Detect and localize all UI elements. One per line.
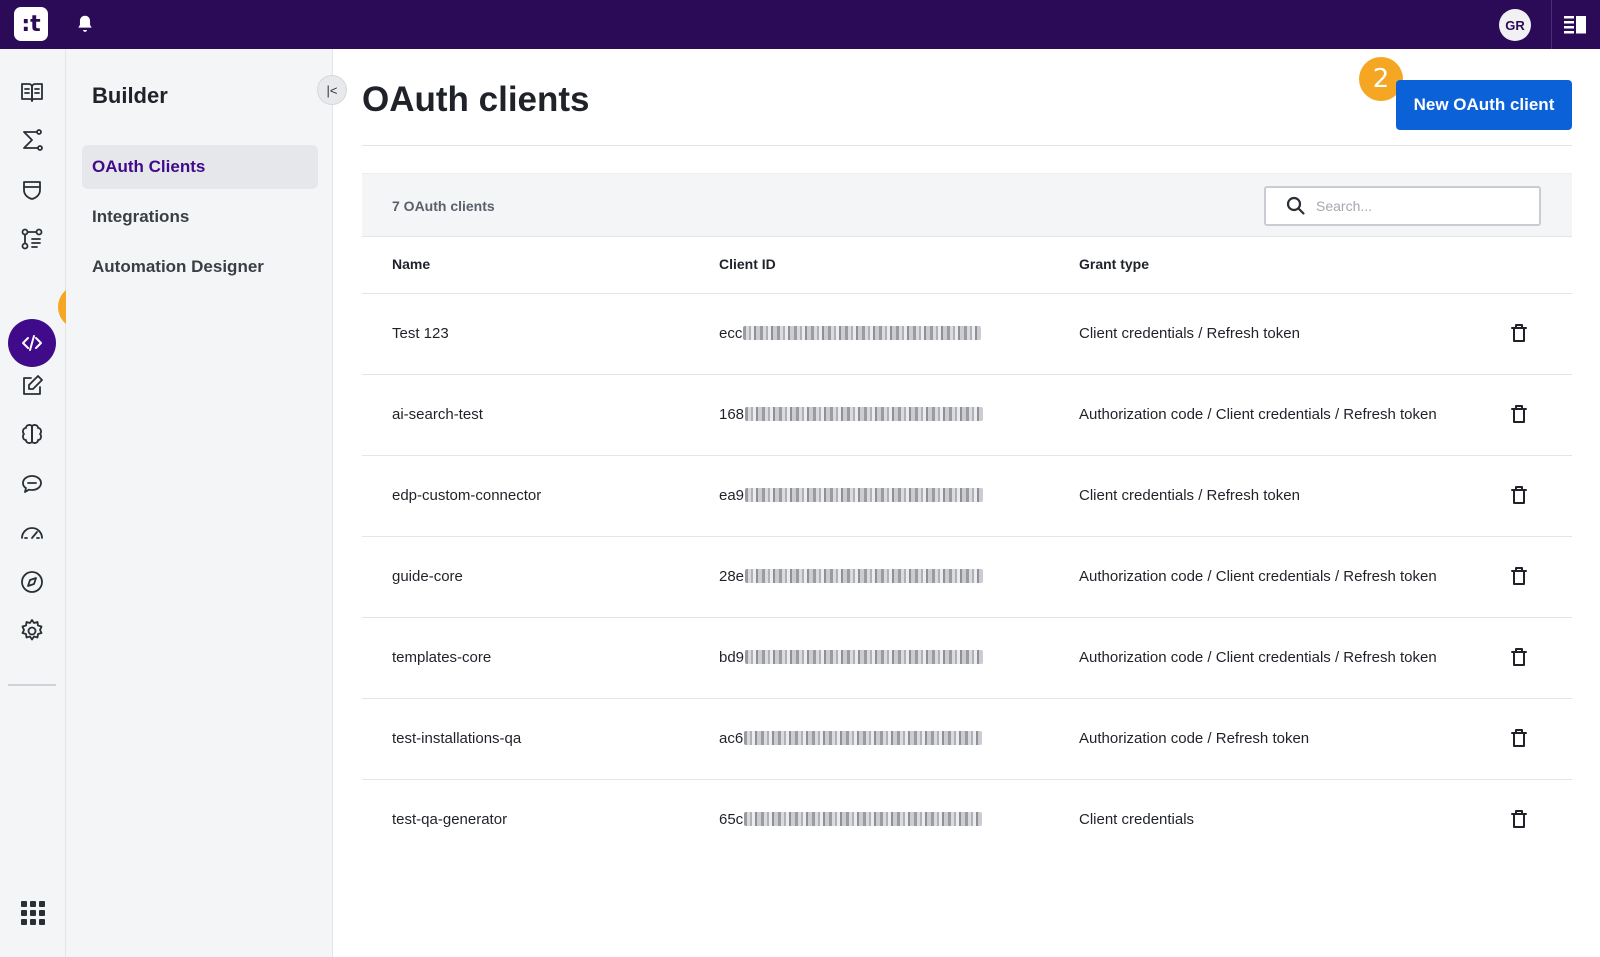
client-id: ac6 [719,730,983,747]
search-input[interactable] [1316,198,1516,214]
client-name[interactable]: templates-core [392,649,491,666]
bell-icon[interactable] [74,13,96,35]
book-icon[interactable] [17,77,47,107]
trash-icon[interactable] [1508,808,1532,832]
subnav-item-automation-designer[interactable]: Automation Designer [82,245,318,289]
gauge-icon[interactable] [17,518,47,548]
redacted-client-id [744,731,983,745]
workflow-icon[interactable] [17,126,47,156]
client-id: 65c [719,811,983,828]
new-oauth-client-button[interactable]: New OAuth client [1396,80,1572,130]
builder-subnav: Builder |< OAuth Clients Integrations Au… [66,49,347,957]
redacted-client-id [745,407,984,421]
trash-icon[interactable] [1508,565,1532,589]
table-row[interactable]: ai-search-test 168 Authorization code / … [362,375,1572,456]
table-toolbar: 7 OAuth clients [362,173,1572,237]
data-flow-icon[interactable] [17,224,47,254]
chat-icon[interactable] [17,469,47,499]
subnav-title: Builder [92,83,168,108]
table-row[interactable]: Test 123 ecc Client credentials / Refres… [362,294,1572,375]
client-name[interactable]: test-qa-generator [392,811,507,828]
client-name[interactable]: guide-core [392,568,463,585]
shield-icon[interactable] [17,175,47,205]
compass-icon[interactable] [17,567,47,597]
code-icon[interactable] [8,319,56,367]
trash-icon[interactable] [1508,646,1532,670]
client-id: 168 [719,406,984,423]
redacted-client-id [745,650,984,664]
trash-icon[interactable] [1508,484,1532,508]
table-row[interactable]: test-installations-qa ac6 Authorization … [362,699,1572,780]
grant-type: Authorization code / Client credentials … [1079,568,1437,585]
client-id: ecc [719,325,982,342]
client-id-prefix: ac6 [719,730,744,747]
grant-type: Authorization code / Refresh token [1079,730,1310,747]
client-name[interactable]: ai-search-test [392,406,483,423]
column-header-name[interactable]: Name [392,256,430,272]
trash-icon[interactable] [1508,727,1532,751]
subnav-item-oauth-clients[interactable]: OAuth Clients [82,145,318,189]
table-row[interactable]: test-qa-generator 65c Client credentials [362,780,1572,861]
redacted-client-id [743,326,982,340]
apps-grid-icon[interactable] [21,901,45,925]
client-id-prefix: ea9 [719,487,745,504]
grant-type: Client credentials / Refresh token [1079,487,1300,504]
side-panel-icon[interactable] [1563,14,1587,36]
rail-divider [8,684,56,686]
gear-icon[interactable] [17,616,47,646]
edit-icon[interactable] [17,371,47,401]
subnav-item-integrations[interactable]: Integrations [82,195,318,239]
client-id-prefix: ecc [719,325,743,342]
table-row[interactable]: edp-custom-connector ea9 Client credenti… [362,456,1572,537]
grant-type: Client credentials [1079,811,1195,828]
search-icon [1286,196,1305,215]
table-row[interactable]: guide-core 28e Authorization code / Clie… [362,537,1572,618]
client-id-prefix: bd9 [719,649,745,666]
client-id-prefix: 168 [719,406,745,423]
client-name[interactable]: Test 123 [392,325,449,342]
client-id: 28e [719,568,984,585]
trash-icon[interactable] [1508,403,1532,427]
client-name[interactable]: test-installations-qa [392,730,521,747]
client-id-prefix: 65c [719,811,744,828]
avatar[interactable]: GR [1499,9,1531,41]
collapse-sidebar-button[interactable]: |< [317,75,347,105]
client-id: bd9 [719,649,984,666]
client-id: ea9 [719,487,984,504]
grant-type: Client credentials / Refresh token [1079,325,1300,342]
search-box[interactable] [1264,186,1541,226]
column-header-grant-type[interactable]: Grant type [1079,256,1149,272]
topbar-divider [1551,0,1552,49]
trash-icon[interactable] [1508,322,1532,346]
top-bar: :t GR [0,0,1600,49]
icon-rail [0,49,66,957]
app-logo[interactable]: :t [14,7,48,41]
redacted-client-id [745,569,984,583]
table-row[interactable]: templates-core bd9 Authorization code / … [362,618,1572,699]
brain-icon[interactable] [17,420,47,450]
title-divider [362,145,1572,146]
page-title: OAuth clients [362,80,590,119]
redacted-client-id [744,812,983,826]
client-id-prefix: 28e [719,568,745,585]
client-name[interactable]: edp-custom-connector [392,487,541,504]
column-header-client-id[interactable]: Client ID [719,256,776,272]
grant-type: Authorization code / Client credentials … [1079,406,1437,423]
redacted-client-id [745,488,984,502]
grant-type: Authorization code / Client credentials … [1079,649,1437,666]
client-count: 7 OAuth clients [392,198,495,214]
